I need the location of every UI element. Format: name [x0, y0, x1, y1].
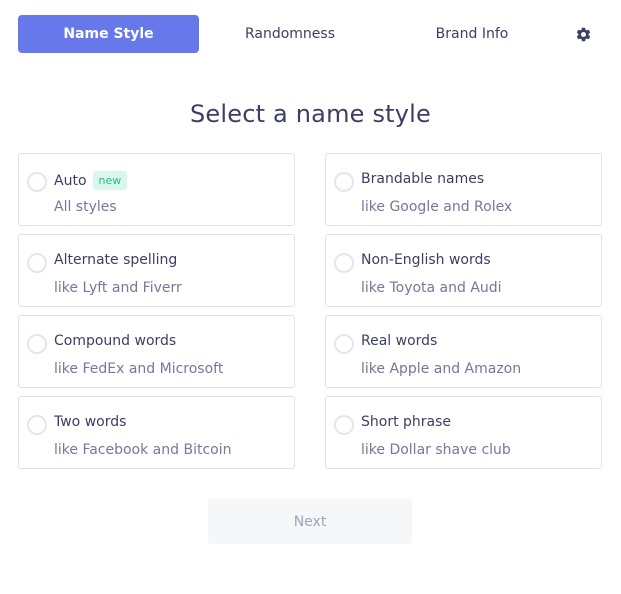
option-title: Auto new: [54, 171, 128, 190]
tab-randomness[interactable]: Randomness: [199, 15, 381, 53]
radio-button[interactable]: [27, 334, 47, 354]
option-card-alternate-spelling[interactable]: Alternate spelling like Lyft and Fiverr: [18, 234, 295, 307]
option-title: Alternate spelling: [54, 252, 178, 268]
option-card-compound-words[interactable]: Compound words like FedEx and Microsoft: [18, 315, 295, 388]
next-button[interactable]: Next: [208, 499, 412, 544]
step-tabs: Name Style Randomness Brand Info: [18, 15, 603, 53]
option-subtitle: like Google and Rolex: [361, 199, 513, 215]
radio-button[interactable]: [27, 253, 47, 273]
radio-button[interactable]: [334, 253, 354, 273]
tab-name-style[interactable]: Name Style: [18, 15, 199, 53]
option-card-non-english-words[interactable]: Non-English words like Toyota and Audi: [325, 234, 602, 307]
option-title: Non-English words: [361, 252, 491, 268]
option-subtitle: like Apple and Amazon: [361, 361, 522, 377]
tab-brand-info[interactable]: Brand Info: [381, 15, 563, 53]
radio-button[interactable]: [334, 172, 354, 192]
option-title: Short phrase: [361, 414, 452, 430]
page-title: Select a name style: [189, 100, 432, 128]
option-subtitle: like Toyota and Audi: [361, 280, 502, 296]
radio-button[interactable]: [334, 334, 354, 354]
option-subtitle: like Dollar shave club: [361, 442, 511, 458]
option-card-two-words[interactable]: Two words like Facebook and Bitcoin: [18, 396, 295, 469]
option-title-text: Auto: [54, 172, 87, 189]
option-card-auto[interactable]: Auto new All styles: [18, 153, 295, 226]
radio-button[interactable]: [334, 415, 354, 435]
radio-button[interactable]: [27, 172, 47, 192]
option-subtitle: like Facebook and Bitcoin: [54, 442, 232, 458]
option-subtitle: All styles: [54, 199, 117, 215]
option-title: Compound words: [54, 333, 177, 349]
option-card-real-words[interactable]: Real words like Apple and Amazon: [325, 315, 602, 388]
radio-button[interactable]: [27, 415, 47, 435]
option-title: Two words: [54, 414, 127, 430]
new-badge: new: [92, 171, 128, 190]
option-subtitle: like FedEx and Microsoft: [54, 361, 224, 377]
option-card-short-phrase[interactable]: Short phrase like Dollar shave club: [325, 396, 602, 469]
gear-icon[interactable]: [573, 24, 593, 44]
option-title: Real words: [361, 333, 438, 349]
option-subtitle: like Lyft and Fiverr: [54, 280, 182, 296]
option-title: Brandable names: [361, 171, 485, 187]
option-card-brandable-names[interactable]: Brandable names like Google and Rolex: [325, 153, 602, 226]
